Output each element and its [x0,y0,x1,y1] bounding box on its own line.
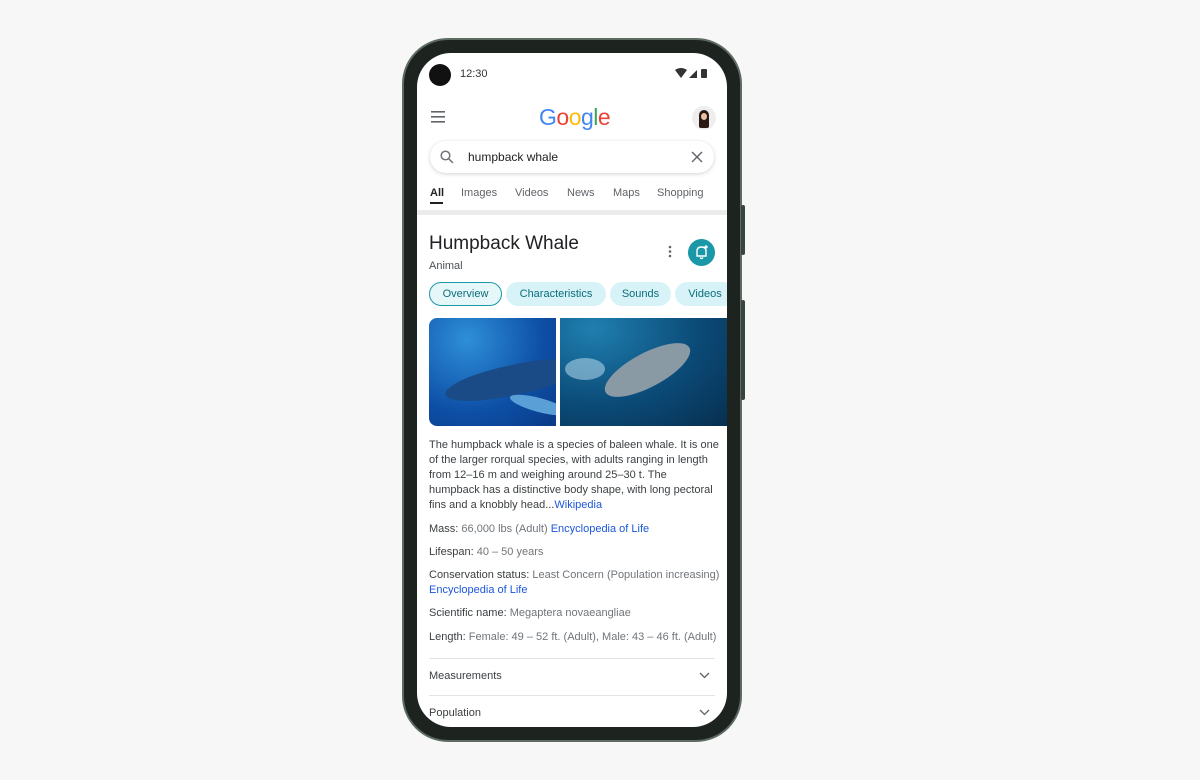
power-button [741,205,745,255]
clear-icon[interactable] [691,151,703,163]
follow-button[interactable] [688,239,715,266]
fact-conservation: Conservation status: Least Concern (Popu… [429,569,720,596]
tab-shopping[interactable]: Shopping [657,187,704,199]
bell-add-icon [696,245,708,260]
signal-icon [689,70,697,78]
divider [429,695,715,696]
wifi-icon [675,68,687,78]
avatar[interactable] [692,106,716,130]
menu-icon[interactable] [431,111,447,123]
panel-subtitle: Animal [429,260,463,272]
description: The humpback whale is a species of balee… [429,439,719,511]
chip-sounds[interactable]: Sounds [610,282,671,306]
phone-screen: 12:30 Google humpback whale All Images V… [417,53,727,727]
eol-link[interactable]: Encyclopedia of Life [551,523,649,535]
tab-maps[interactable]: Maps [613,187,640,199]
divider [429,658,715,659]
section-measurements[interactable]: Measurements [429,670,502,682]
tab-all[interactable]: All [430,187,444,199]
eol-link[interactable]: Encyclopedia of Life [429,584,527,596]
separator [417,210,727,215]
panel-title: Humpback Whale [429,233,579,254]
fact-lifespan: Lifespan: 40 – 50 years [429,546,544,558]
chip-videos[interactable]: Videos [675,282,727,306]
whale-image-1[interactable] [429,318,556,426]
battery-icon [701,69,707,78]
chip-overview[interactable]: Overview [429,282,502,306]
whale-image-2[interactable] [560,318,727,426]
fact-mass: Mass: 66,000 lbs (Adult) Encyclopedia of… [429,523,650,535]
tab-images[interactable]: Images [461,187,497,199]
tab-videos[interactable]: Videos [515,187,548,199]
fact-scientific-name: Scientific name: Megaptera novaeangliae [429,607,631,619]
more-options-icon[interactable] [668,245,672,259]
status-time: 12:30 [460,68,488,80]
section-population[interactable]: Population [429,707,481,719]
fact-length: Length: Female: 49 – 52 ft. (Adult), Mal… [429,631,717,643]
chevron-down-icon[interactable] [699,709,710,716]
volume-button [741,300,745,400]
wikipedia-link[interactable]: Wikipedia [554,499,602,511]
camera-cutout [429,64,451,86]
chip-characteristics[interactable]: Characteristics [506,282,606,306]
search-input[interactable]: humpback whale [468,150,558,164]
search-icon[interactable] [440,150,454,164]
tab-active-indicator [430,202,443,204]
google-logo[interactable]: Google [539,104,611,131]
status-icons [675,68,707,78]
chevron-down-icon[interactable] [699,672,710,679]
search-bar[interactable]: humpback whale [430,141,714,173]
tab-news[interactable]: News [567,187,595,199]
